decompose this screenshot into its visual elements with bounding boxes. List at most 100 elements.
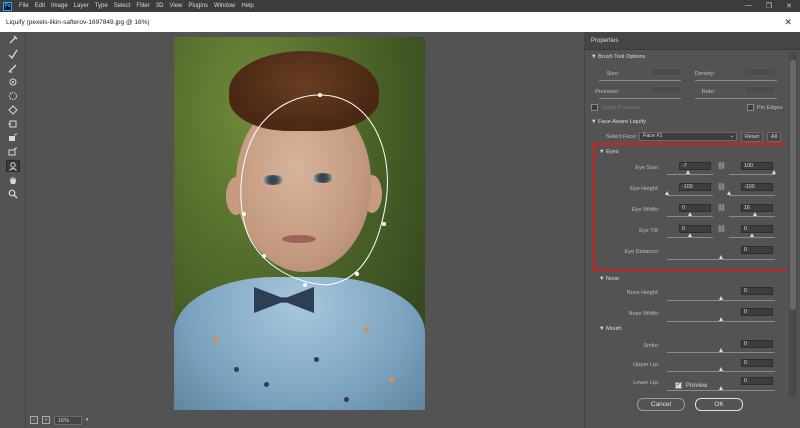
bloat-tool-icon[interactable] xyxy=(6,104,20,116)
select-face-label: Select Face: xyxy=(605,134,637,140)
section-title: Mouth xyxy=(606,326,622,332)
hand-tool-icon[interactable] xyxy=(6,174,20,186)
section-brush-tool-options[interactable]: ▼ Brush Tool Options xyxy=(591,54,645,60)
size-slider[interactable] xyxy=(599,80,681,81)
menu-type[interactable]: Type xyxy=(95,3,108,9)
section-mouth[interactable]: ▼ Mouth xyxy=(599,326,622,332)
pin-edges-label: Pin Edges xyxy=(757,105,783,111)
face-outline-overlay[interactable] xyxy=(174,37,425,410)
menu-3d[interactable]: 3D xyxy=(156,3,164,9)
forward-warp-tool-icon[interactable] xyxy=(6,34,20,46)
stylus-pressure-label: Stylus Pressure xyxy=(601,105,641,111)
menu-window[interactable]: Window xyxy=(214,3,235,9)
menu-plugins[interactable]: Plugins xyxy=(188,3,208,9)
rate-slider[interactable] xyxy=(695,98,777,99)
nose-height-label: Nose Height: xyxy=(626,290,659,296)
section-title: Nose xyxy=(606,276,620,282)
menu-view[interactable]: View xyxy=(169,3,182,9)
properties-body: ▼ Brush Tool Options Size: Density: Pres… xyxy=(587,52,787,397)
pucker-tool-icon[interactable] xyxy=(6,90,20,102)
menu-bar: Ps File Edit Image Layer Type Select Fil… xyxy=(0,0,800,12)
menu-filter[interactable]: Filter xyxy=(136,3,149,9)
face-handle[interactable] xyxy=(262,254,266,258)
zoom-tool-icon[interactable] xyxy=(6,188,20,200)
chevron-down-icon: ⌄ xyxy=(729,133,734,139)
scrollbar-thumb[interactable] xyxy=(790,60,796,310)
smile-slider[interactable] xyxy=(667,352,775,353)
reconstruct-tool-icon[interactable] xyxy=(6,48,20,60)
face-handle[interactable] xyxy=(303,283,307,287)
pressure-field[interactable] xyxy=(651,86,681,94)
slider-knob[interactable] xyxy=(719,386,723,390)
menu-layer[interactable]: Layer xyxy=(74,3,89,9)
close-window-icon[interactable]: ✕ xyxy=(786,2,792,10)
pin-edges-checkbox[interactable] xyxy=(747,104,754,111)
slider-knob[interactable] xyxy=(719,348,723,352)
preview-toggle[interactable]: ✓ Preview xyxy=(675,382,707,389)
section-title: Face-Aware Liquify xyxy=(598,119,646,125)
size-label: Size: xyxy=(606,71,619,77)
photoshop-logo-icon: Ps xyxy=(3,1,12,11)
menu-edit[interactable]: Edit xyxy=(35,3,45,9)
photo-canvas[interactable] xyxy=(174,37,425,410)
all-button[interactable]: All xyxy=(767,132,781,142)
zoom-dropdown-icon[interactable]: ▾ xyxy=(86,417,89,423)
rate-field[interactable] xyxy=(745,86,775,94)
section-face-aware-liquify[interactable]: ▼ Face-Aware Liquify xyxy=(591,119,646,125)
nose-height-slider[interactable] xyxy=(667,300,775,301)
slider-knob[interactable] xyxy=(719,367,723,371)
thaw-mask-tool-icon[interactable] xyxy=(6,146,20,158)
smile-field[interactable]: 0 xyxy=(741,340,773,348)
upper-lip-slider[interactable] xyxy=(667,371,775,372)
slider-knob[interactable] xyxy=(719,317,723,321)
stylus-pressure-checkbox[interactable] xyxy=(591,104,598,111)
lower-lip-field[interactable]: 0 xyxy=(741,377,773,385)
pressure-slider[interactable] xyxy=(599,98,681,99)
status-bar: − + 16% ▾ xyxy=(26,412,584,428)
lower-lip-slider[interactable] xyxy=(667,390,775,391)
freeze-mask-tool-icon[interactable] xyxy=(6,132,20,144)
twirl-clockwise-tool-icon[interactable] xyxy=(6,76,20,88)
density-slider[interactable] xyxy=(695,80,777,81)
canvas-area[interactable] xyxy=(26,32,584,412)
nose-width-slider[interactable] xyxy=(667,321,775,322)
zoom-level-field[interactable]: 16% xyxy=(54,415,82,425)
density-label: Density: xyxy=(694,71,715,77)
properties-header: Properties xyxy=(585,32,800,50)
nose-height-field[interactable]: 0 xyxy=(741,287,773,295)
smile-label: Smile: xyxy=(643,343,659,349)
select-face-value: Face #1 xyxy=(643,133,663,139)
face-handle[interactable] xyxy=(355,272,359,276)
face-handle[interactable] xyxy=(382,222,386,226)
section-title: Brush Tool Options xyxy=(598,54,646,60)
ok-button[interactable]: OK xyxy=(695,398,743,411)
push-left-tool-icon[interactable] xyxy=(6,118,20,130)
rate-label: Rate: xyxy=(701,89,715,95)
properties-scrollbar[interactable] xyxy=(789,52,797,397)
face-handle[interactable] xyxy=(242,212,246,216)
size-field[interactable] xyxy=(651,68,681,76)
menu-select[interactable]: Select xyxy=(114,3,131,9)
menu-file[interactable]: File xyxy=(19,3,29,9)
preview-checkbox[interactable]: ✓ xyxy=(675,382,682,389)
zoom-in-icon[interactable]: + xyxy=(42,416,50,424)
menu-image[interactable]: Image xyxy=(51,3,68,9)
nose-width-field[interactable]: 0 xyxy=(741,308,773,316)
properties-panel: Properties ▼ Brush Tool Options Size: De… xyxy=(584,32,800,428)
face-handle[interactable] xyxy=(318,93,322,97)
upper-lip-field[interactable]: 0 xyxy=(741,359,773,367)
upper-lip-label: Upper Lip: xyxy=(633,362,659,368)
slider-knob[interactable] xyxy=(719,296,723,300)
zoom-out-icon[interactable]: − xyxy=(30,416,38,424)
select-face-dropdown[interactable]: Face #1 ⌄ xyxy=(639,132,737,141)
density-field[interactable] xyxy=(745,68,775,76)
smooth-tool-icon[interactable] xyxy=(6,62,20,74)
section-nose[interactable]: ▼ Nose xyxy=(599,276,619,282)
minimize-icon[interactable]: — xyxy=(745,2,752,10)
restore-icon[interactable]: ❐ xyxy=(766,2,772,10)
menu-help[interactable]: Help xyxy=(241,3,253,9)
face-tool-icon[interactable] xyxy=(5,160,20,172)
close-dialog-icon[interactable]: ✕ xyxy=(784,17,792,28)
reset-button[interactable]: Reset xyxy=(741,132,763,142)
cancel-button[interactable]: Cancel xyxy=(637,398,685,411)
